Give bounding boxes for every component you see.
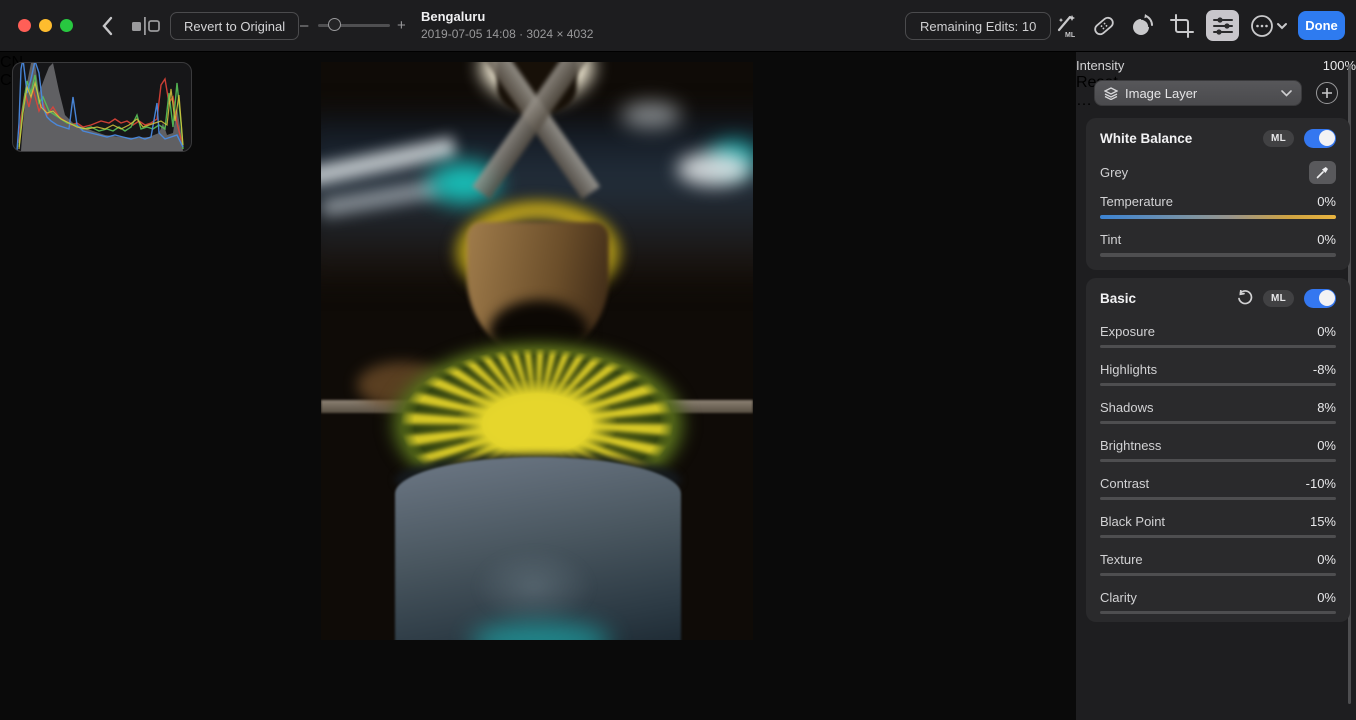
slider-value: 15% bbox=[1310, 514, 1336, 529]
zoom-slider[interactable] bbox=[318, 24, 390, 27]
slider-value: -10% bbox=[1306, 476, 1336, 491]
slider-value: 0% bbox=[1317, 324, 1336, 339]
shadows-slider-row: Shadows 8% bbox=[1100, 394, 1336, 432]
adjustments-panel: Image Layer White Balance ML Grey bbox=[1076, 52, 1356, 720]
layer-select-dropdown[interactable]: Image Layer bbox=[1094, 80, 1302, 106]
texture-track[interactable] bbox=[1100, 573, 1336, 576]
photo-bokeh bbox=[621, 102, 681, 128]
intensity-value: 100% bbox=[1323, 58, 1356, 73]
basic-card: Basic ML Exposure 0% bbox=[1086, 278, 1350, 622]
ml-badge[interactable]: ML bbox=[1263, 130, 1294, 147]
highlights-slider-row: Highlights -8% bbox=[1100, 356, 1336, 394]
compare-before-after-icon[interactable] bbox=[128, 14, 162, 38]
tint-track[interactable] bbox=[1100, 253, 1336, 257]
back-button[interactable] bbox=[94, 12, 120, 40]
slider-label: Temperature bbox=[1100, 194, 1317, 209]
eyedropper-button[interactable] bbox=[1309, 161, 1336, 184]
brightness-slider-row: Brightness 0% bbox=[1100, 432, 1336, 470]
brightness-track[interactable] bbox=[1100, 459, 1336, 462]
svg-text:ML: ML bbox=[1065, 32, 1076, 39]
contrast-slider-row: Contrast -10% bbox=[1100, 470, 1336, 508]
exposure-slider-row: Exposure 0% bbox=[1100, 318, 1336, 356]
document-title-block: Bengaluru 2019-07-05 14:08 · 3024 × 4032 bbox=[421, 9, 593, 41]
slider-value: 8% bbox=[1317, 400, 1336, 415]
texture-slider-row: Texture 0% bbox=[1100, 546, 1336, 584]
slider-label: Black Point bbox=[1100, 514, 1310, 529]
intensity-label: Intensity bbox=[1076, 58, 1323, 73]
chevron-down-icon bbox=[1281, 90, 1292, 97]
ml-badge[interactable]: ML bbox=[1263, 290, 1294, 307]
clarity-track[interactable] bbox=[1100, 611, 1336, 614]
toolbar: Revert to Original – + Bengaluru 2019-07… bbox=[0, 0, 1356, 52]
slider-value: 0% bbox=[1317, 232, 1336, 247]
remaining-edits-badge: Remaining Edits: 10 bbox=[905, 12, 1051, 40]
basic-title: Basic bbox=[1100, 291, 1237, 306]
slider-label: Tint bbox=[1100, 232, 1317, 247]
temperature-track[interactable] bbox=[1100, 215, 1336, 219]
revert-to-original-button[interactable]: Revert to Original bbox=[170, 12, 299, 40]
repair-bandage-icon[interactable] bbox=[1089, 11, 1119, 41]
highlights-track[interactable] bbox=[1100, 383, 1336, 386]
add-layer-button[interactable] bbox=[1316, 82, 1338, 104]
more-options-button[interactable] bbox=[1248, 11, 1290, 41]
intensity-slider-row: Intensity 100% bbox=[1076, 52, 1356, 74]
slider-label: Contrast bbox=[1100, 476, 1306, 491]
black-point-track[interactable] bbox=[1100, 535, 1336, 538]
histogram-panel bbox=[12, 62, 192, 152]
layers-icon bbox=[1104, 87, 1118, 100]
slider-label: Highlights bbox=[1100, 362, 1313, 377]
page-title: Bengaluru bbox=[421, 9, 593, 24]
zoom-in-button[interactable]: + bbox=[397, 17, 406, 34]
color-adjust-icon[interactable] bbox=[1127, 11, 1157, 41]
clarity-slider-row: Clarity 0% bbox=[1100, 584, 1336, 622]
slider-value: 0% bbox=[1317, 590, 1336, 605]
tint-slider-row: Tint 0% bbox=[1100, 226, 1336, 264]
zoom-out-button[interactable]: – bbox=[300, 17, 308, 34]
zoom-window-button[interactable] bbox=[60, 19, 73, 32]
slider-value: 0% bbox=[1317, 438, 1336, 453]
grey-picker-row: Grey bbox=[1100, 156, 1336, 188]
slider-label: Clarity bbox=[1100, 590, 1317, 605]
grey-label: Grey bbox=[1100, 165, 1309, 180]
black-point-slider-row: Black Point 15% bbox=[1100, 508, 1336, 546]
basic-toggle[interactable] bbox=[1304, 289, 1336, 308]
slider-label: Brightness bbox=[1100, 438, 1317, 453]
minimize-window-button[interactable] bbox=[39, 19, 52, 32]
white-balance-toggle[interactable] bbox=[1304, 129, 1336, 148]
layer-select-label: Image Layer bbox=[1125, 86, 1281, 101]
slider-value: 0% bbox=[1317, 194, 1336, 209]
exposure-track[interactable] bbox=[1100, 345, 1336, 348]
crop-icon[interactable] bbox=[1167, 11, 1197, 41]
slider-label: Texture bbox=[1100, 552, 1317, 567]
close-window-button[interactable] bbox=[18, 19, 31, 32]
slider-value: -8% bbox=[1313, 362, 1336, 377]
photo-metadata: 2019-07-05 14:08 · 3024 × 4032 bbox=[421, 27, 593, 41]
temperature-slider-row: Temperature 0% bbox=[1100, 188, 1336, 226]
zoom-slider-knob[interactable] bbox=[328, 18, 341, 31]
adjustments-panel-button-active[interactable] bbox=[1206, 10, 1239, 41]
rgb-histogram bbox=[13, 63, 191, 151]
layer-selector-row: Image Layer bbox=[1088, 80, 1344, 106]
photo-editor-window: Revert to Original – + Bengaluru 2019-07… bbox=[0, 0, 1356, 720]
white-balance-card: White Balance ML Grey Temperature 0% bbox=[1086, 118, 1350, 270]
reset-section-icon[interactable] bbox=[1237, 290, 1253, 306]
slider-label: Exposure bbox=[1100, 324, 1317, 339]
white-balance-title: White Balance bbox=[1100, 131, 1263, 146]
photo-bokeh bbox=[677, 152, 751, 186]
photo-canvas[interactable] bbox=[321, 62, 753, 640]
shadows-track[interactable] bbox=[1100, 421, 1336, 424]
done-button[interactable]: Done bbox=[1298, 11, 1345, 40]
slider-label: Shadows bbox=[1100, 400, 1317, 415]
contrast-track[interactable] bbox=[1100, 497, 1336, 500]
slider-value: 0% bbox=[1317, 552, 1336, 567]
ml-enhance-icon[interactable]: ML bbox=[1050, 11, 1080, 41]
